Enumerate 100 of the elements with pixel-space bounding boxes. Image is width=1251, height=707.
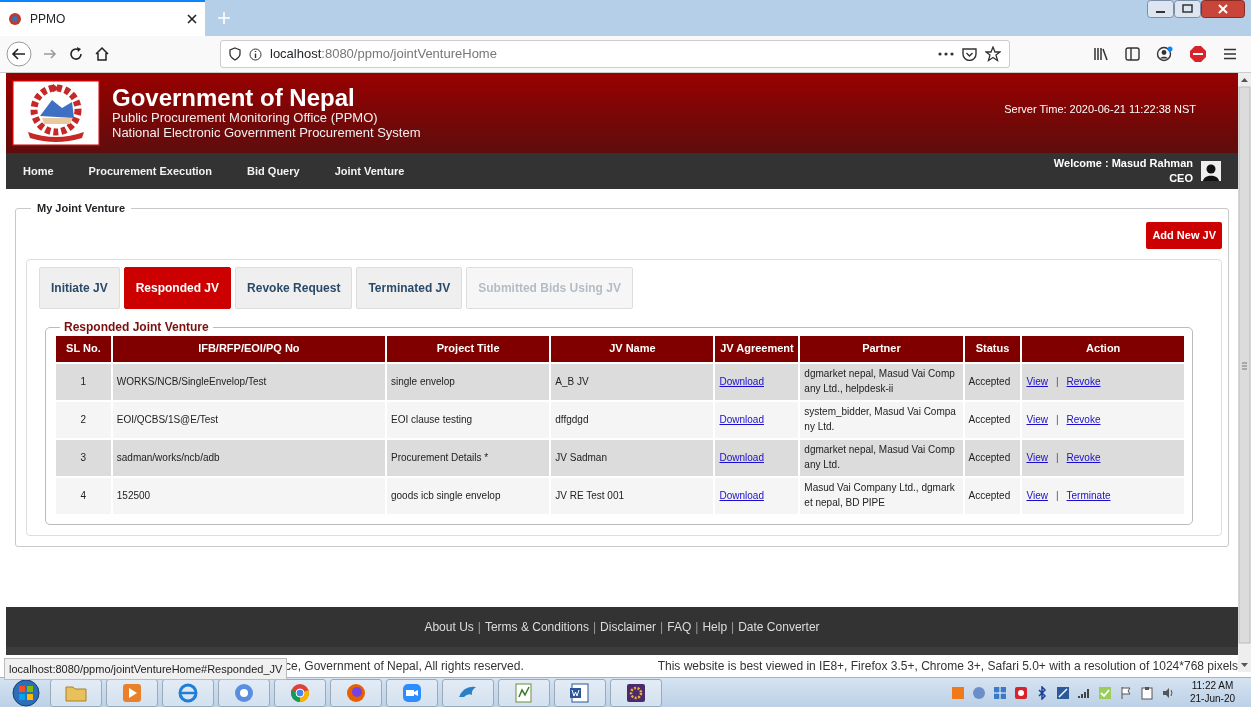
table-cell: dgmarket nepal, Masud Vai Company Ltd., helpdesk-ii	[800, 363, 963, 400]
table-cell: A_B JV	[551, 363, 714, 400]
flag-icon[interactable]	[1118, 685, 1133, 700]
menu-item[interactable]: Procurement Execution	[88, 162, 213, 180]
footer-link[interactable]: Disclaimer	[600, 618, 657, 636]
clock-date[interactable]: 21-Jun-20	[1189, 692, 1235, 705]
library-icon[interactable]	[1093, 47, 1109, 61]
separator: |	[660, 619, 664, 636]
footer-link[interactable]: Date Converter	[738, 618, 820, 636]
action-link[interactable]: View	[1026, 490, 1048, 502]
document-icon	[568, 680, 592, 705]
server-time: Server Time: 2020-06-21 11:22:38 NST	[1004, 101, 1196, 117]
grid-icon[interactable]	[992, 685, 1007, 700]
download-link[interactable]: Download	[719, 452, 764, 464]
clipboard-icon[interactable]	[1139, 685, 1154, 700]
table-cell: Procurement Details *	[386, 439, 550, 476]
separator: |	[695, 619, 699, 636]
table-cell: EOI/QCBS/1S@E/Test	[112, 401, 385, 438]
address-field[interactable]: localhost:8080/ppmo/jointVentureHome	[220, 40, 1010, 68]
table-cell: sadman/works/ncb/adb	[112, 439, 385, 476]
taskbar-button[interactable]	[610, 678, 662, 707]
scrollbar[interactable]	[1238, 73, 1251, 672]
column-header: IFB/RFP/EOI/PQ No	[112, 335, 385, 362]
menu-item[interactable]: Joint Venture	[334, 162, 405, 180]
action-link[interactable]: Revoke	[1066, 376, 1101, 388]
download-link[interactable]: Download	[719, 490, 764, 502]
welcome-text: Welcome : Masud Rahman	[1053, 156, 1193, 171]
maximize-icon[interactable]	[1174, 0, 1201, 18]
action-link[interactable]: Revoke	[1066, 414, 1101, 426]
table-cell: JV Sadman	[551, 439, 714, 476]
record-icon[interactable]	[1013, 685, 1028, 700]
reload-icon[interactable]	[68, 46, 84, 62]
add-jv-button[interactable]: Add New JV	[1146, 222, 1222, 249]
more-icon[interactable]	[938, 52, 954, 56]
clock-time[interactable]: 11:22 AM	[1189, 680, 1235, 693]
table-cell: 1	[56, 363, 111, 400]
table-cell: 4	[56, 477, 111, 514]
table-cell: Accepted	[964, 363, 1021, 400]
separator: |	[1055, 452, 1059, 464]
menu-item[interactable]: Bid Query	[247, 162, 300, 180]
action-link[interactable]: View	[1026, 376, 1048, 388]
sidebar-icon[interactable]	[1125, 47, 1140, 61]
action-link[interactable]: View	[1026, 452, 1048, 464]
column-header: Status	[964, 335, 1021, 362]
account-icon[interactable]	[1156, 46, 1173, 62]
table-cell: dgmarket nepal, Masud Vai Company Ltd.	[800, 439, 963, 476]
taskbar-button[interactable]	[330, 678, 382, 707]
table-cell: Masud Vai Company Ltd., dgmarket nepal, BD PIPE	[800, 477, 963, 514]
site-subtitle: National Electronic Government Procurement System	[112, 126, 421, 142]
table-cell: JV RE Test 001	[551, 477, 714, 514]
menu-item[interactable]: Home	[23, 162, 54, 180]
tab[interactable]: Responded JV	[123, 266, 232, 309]
table-cell: Accepted	[964, 401, 1021, 438]
download-link[interactable]: Download	[719, 376, 764, 388]
column-header: JV Name	[551, 335, 714, 362]
column-header: Project Title	[386, 335, 550, 362]
close-icon[interactable]	[1201, 0, 1245, 18]
adblock-icon[interactable]	[1189, 45, 1207, 63]
back-icon[interactable]	[6, 41, 32, 67]
separator: |	[592, 619, 597, 636]
action-link[interactable]: Terminate	[1066, 490, 1111, 502]
table-cell: system_bidder, Masud Vai Company Ltd.	[800, 401, 963, 438]
star-icon[interactable]	[985, 46, 1001, 62]
column-header: SL No.	[56, 335, 111, 362]
pocket-icon[interactable]	[962, 47, 977, 61]
separator: |	[731, 619, 735, 636]
table-legend: Responded Joint Venture	[60, 320, 213, 334]
action-link[interactable]: Revoke	[1066, 452, 1101, 464]
tab[interactable]: Initiate JV	[39, 266, 120, 309]
table-cell: goods icb single envelop	[386, 477, 550, 514]
footer-link[interactable]: Help	[702, 618, 728, 636]
column-header: JV Agreement	[715, 335, 799, 362]
browser-tab[interactable]: PPMO	[0, 0, 205, 36]
separator: |	[1055, 490, 1059, 502]
download-link[interactable]: Download	[719, 414, 764, 426]
close-icon[interactable]	[187, 14, 197, 24]
column-header: Partner	[800, 335, 963, 362]
panel-legend: My Joint Venture	[31, 203, 132, 214]
action-link[interactable]: View	[1026, 414, 1048, 426]
tab[interactable]: Terminated JV	[356, 266, 463, 309]
checkmark-icon[interactable]	[1097, 685, 1112, 700]
site-subtitle: Public Procurement Monitoring Office (PPMO)	[112, 111, 379, 127]
home-icon[interactable]	[94, 46, 110, 62]
taskbar-button[interactable]	[554, 678, 606, 707]
shield-icon	[229, 47, 241, 61]
footer-link[interactable]: About Us	[424, 618, 474, 636]
footer-link[interactable]: Terms & Conditions	[484, 618, 589, 636]
site-title: Government of Nepal	[112, 84, 356, 112]
table-cell: 3	[56, 439, 111, 476]
avatar-icon	[1201, 161, 1221, 181]
browser-note: This website is best viewed in IE8+, Firefox 3.5+, Chrome 3+, Safari 5.0+ with a resolution of 1024*768 pixels	[657, 658, 1238, 675]
footer-link[interactable]: FAQ	[667, 618, 692, 636]
table-cell: dffgdgd	[551, 401, 714, 438]
info-icon	[249, 47, 262, 61]
table-cell: WORKS/NCB/SingleEnvelop/Test	[112, 363, 385, 400]
status-url: localhost:8080/ppmo/jointVentureHome#Responded_JV	[4, 657, 288, 680]
minimize-icon[interactable]	[1147, 0, 1174, 18]
column-header: Action	[1022, 335, 1184, 362]
tab[interactable]: Revoke Request	[235, 266, 353, 309]
menu-icon[interactable]	[1223, 48, 1237, 60]
